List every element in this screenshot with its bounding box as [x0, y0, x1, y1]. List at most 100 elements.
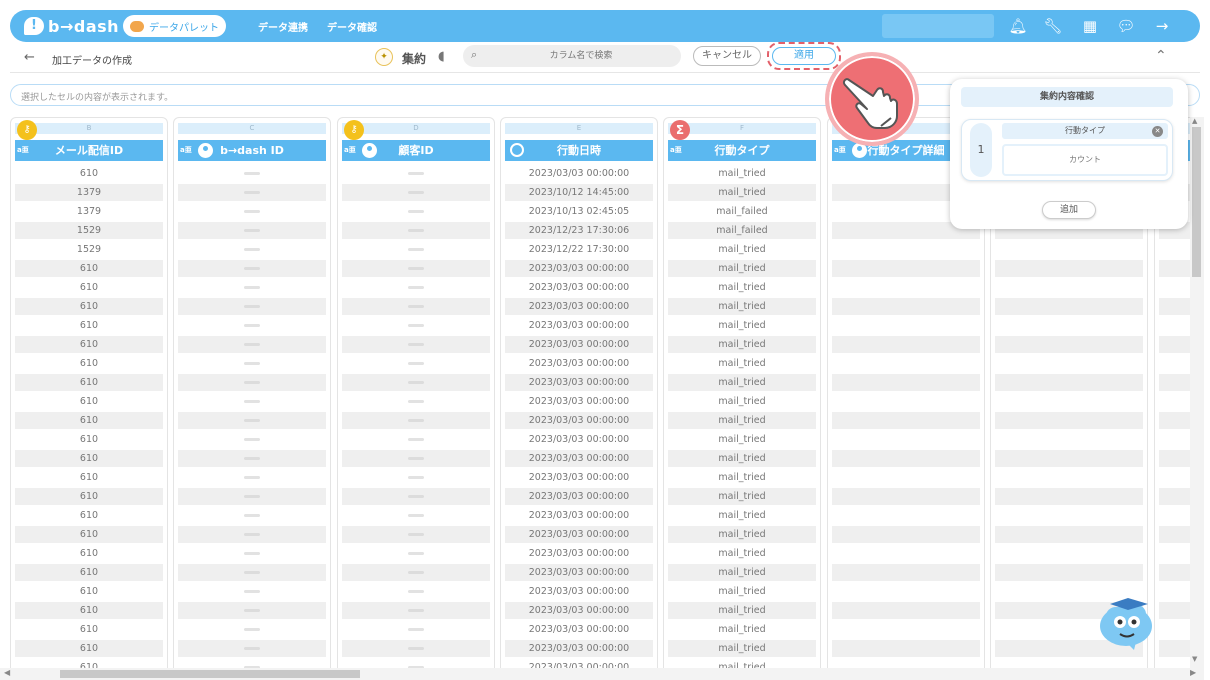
table-cell[interactable]: 610	[15, 602, 163, 619]
table-cell[interactable]: mail_tried	[668, 469, 816, 486]
table-cell[interactable]	[1159, 260, 1190, 277]
table-cell[interactable]	[178, 203, 326, 220]
table-cell[interactable]: 610	[15, 450, 163, 467]
table-cell[interactable]: mail_tried	[668, 564, 816, 581]
table-cell[interactable]	[342, 393, 490, 410]
table-cell[interactable]	[342, 602, 490, 619]
table-cell[interactable]	[178, 336, 326, 353]
table-cell[interactable]	[342, 431, 490, 448]
table-cell[interactable]	[832, 260, 980, 277]
table-cell[interactable]	[342, 469, 490, 486]
table-cell[interactable]: 610	[15, 621, 163, 638]
table-cell[interactable]: mail_tried	[668, 393, 816, 410]
table-cell[interactable]: 2023/03/03 00:00:00	[505, 469, 653, 486]
table-cell[interactable]	[342, 355, 490, 372]
table-cell[interactable]	[178, 393, 326, 410]
table-cell[interactable]	[178, 545, 326, 562]
table-cell[interactable]: mail_tried	[668, 583, 816, 600]
table-cell[interactable]	[342, 526, 490, 543]
table-cell[interactable]	[1159, 374, 1190, 391]
table-cell[interactable]	[995, 355, 1143, 372]
chevron-up-icon[interactable]: ⌃	[1155, 48, 1167, 64]
table-cell[interactable]	[178, 488, 326, 505]
horizontal-scroll-thumb[interactable]	[60, 670, 360, 678]
table-cell[interactable]	[995, 488, 1143, 505]
column-header[interactable]: a亜 メール配信ID	[15, 140, 163, 161]
table-cell[interactable]: 610	[15, 336, 163, 353]
table-cell[interactable]	[832, 507, 980, 524]
table-cell[interactable]: 2023/03/03 00:00:00	[505, 431, 653, 448]
table-cell[interactable]	[342, 260, 490, 277]
table-cell[interactable]	[832, 583, 980, 600]
table-cell[interactable]: 610	[15, 469, 163, 486]
table-cell[interactable]	[995, 241, 1143, 258]
table-cell[interactable]	[832, 450, 980, 467]
table-cell[interactable]: 2023/03/03 00:00:00	[505, 526, 653, 543]
table-cell[interactable]	[832, 355, 980, 372]
table-cell[interactable]: 610	[15, 412, 163, 429]
table-cell[interactable]: mail_tried	[668, 431, 816, 448]
table-cell[interactable]	[1159, 469, 1190, 486]
table-cell[interactable]	[178, 317, 326, 334]
table-cell[interactable]	[995, 469, 1143, 486]
table-cell[interactable]	[995, 393, 1143, 410]
table-cell[interactable]	[178, 184, 326, 201]
table-cell[interactable]: 610	[15, 260, 163, 277]
table-cell[interactable]	[995, 431, 1143, 448]
add-button[interactable]: 追加	[1042, 201, 1096, 219]
apply-button[interactable]: 適用	[772, 47, 836, 65]
table-cell[interactable]: 610	[15, 279, 163, 296]
table-cell[interactable]: 1379	[15, 203, 163, 220]
vertical-scrollbar[interactable]: ▲ ▼	[1190, 117, 1204, 669]
table-cell[interactable]: 610	[15, 564, 163, 581]
table-cell[interactable]	[995, 412, 1143, 429]
table-cell[interactable]: 2023/03/03 00:00:00	[505, 336, 653, 353]
table-cell[interactable]: mail_tried	[668, 241, 816, 258]
table-cell[interactable]: 610	[15, 298, 163, 315]
table-cell[interactable]	[832, 545, 980, 562]
table-cell[interactable]	[1159, 317, 1190, 334]
table-cell[interactable]	[1159, 564, 1190, 581]
aggregation-function-select[interactable]: カウント	[1002, 144, 1168, 176]
table-cell[interactable]	[832, 488, 980, 505]
table-cell[interactable]	[995, 336, 1143, 353]
wrench-icon[interactable]: 🔧︎	[1043, 16, 1063, 36]
user-account-area[interactable]	[882, 14, 994, 38]
column-header[interactable]: 行動日時	[505, 140, 653, 161]
table-cell[interactable]: mail_tried	[668, 374, 816, 391]
table-cell[interactable]: 2023/12/23 17:30:06	[505, 222, 653, 239]
table-cell[interactable]: 610	[15, 583, 163, 600]
scroll-up-icon[interactable]: ▲	[1192, 117, 1197, 125]
table-cell[interactable]: mail_tried	[668, 317, 816, 334]
scroll-right-icon[interactable]: ▶	[1190, 668, 1196, 677]
table-cell[interactable]	[995, 450, 1143, 467]
table-cell[interactable]: 2023/10/12 14:45:00	[505, 184, 653, 201]
chat-icon[interactable]: 💬︎	[1116, 16, 1136, 36]
table-cell[interactable]	[832, 621, 980, 638]
scroll-left-icon[interactable]: ◀	[4, 668, 10, 677]
bell-icon[interactable]: 🔔︎	[1008, 16, 1028, 36]
table-cell[interactable]	[995, 507, 1143, 524]
table-cell[interactable]	[178, 374, 326, 391]
table-cell[interactable]: mail_tried	[668, 336, 816, 353]
table-cell[interactable]	[342, 450, 490, 467]
table-cell[interactable]	[178, 450, 326, 467]
table-cell[interactable]	[1159, 298, 1190, 315]
table-cell[interactable]	[832, 640, 980, 657]
table-cell[interactable]	[178, 583, 326, 600]
table-cell[interactable]	[178, 602, 326, 619]
table-cell[interactable]	[342, 412, 490, 429]
table-cell[interactable]	[178, 298, 326, 315]
table-cell[interactable]	[1159, 450, 1190, 467]
table-cell[interactable]: 610	[15, 393, 163, 410]
table-cell[interactable]: 2023/03/03 00:00:00	[505, 488, 653, 505]
table-cell[interactable]	[1159, 393, 1190, 410]
column-customer-id[interactable]: ⚷ D a亜 顧客ID	[337, 117, 495, 669]
search-input[interactable]	[491, 48, 671, 64]
mascot-icon[interactable]	[1098, 592, 1158, 652]
tag-icon[interactable]: ◖	[438, 49, 445, 64]
table-cell[interactable]: mail_tried	[668, 165, 816, 182]
table-cell[interactable]	[1159, 336, 1190, 353]
table-cell[interactable]	[342, 507, 490, 524]
table-cell[interactable]	[995, 260, 1143, 277]
